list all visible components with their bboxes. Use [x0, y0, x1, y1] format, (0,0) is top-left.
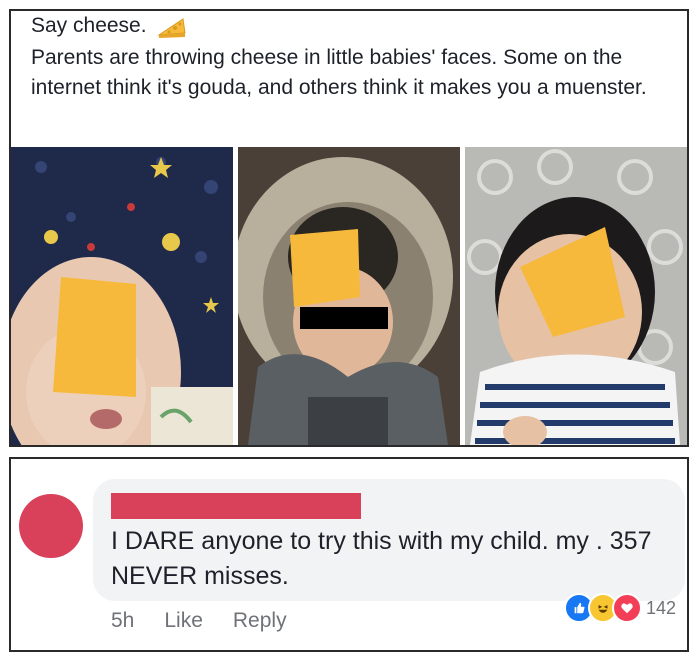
love-icon: [612, 593, 642, 623]
cheese-icon: [156, 13, 187, 39]
baby-photo-1[interactable]: [11, 147, 233, 445]
post-body: Parents are throwing cheese in little ba…: [31, 46, 647, 99]
baby-photo-3[interactable]: [465, 147, 687, 445]
comment-bubble: I DARE anyone to try this with my child.…: [93, 479, 685, 601]
reactions-summary[interactable]: 142: [564, 593, 676, 623]
comment-card: I DARE anyone to try this with my child.…: [9, 457, 689, 652]
redacted-author-name[interactable]: [111, 493, 361, 519]
reaction-count: 142: [646, 597, 677, 618]
post-card: Say cheese. Parents are throwing cheese …: [9, 9, 689, 447]
like-button[interactable]: Like: [164, 609, 203, 633]
post-title-row: Say cheese.: [31, 13, 187, 39]
comment-text: I DARE anyone to try this with my child.…: [111, 527, 652, 590]
post-title: Say cheese.: [31, 14, 147, 37]
avatar[interactable]: [19, 494, 83, 558]
photo-strip: [11, 147, 687, 445]
comment-meta: 5h Like Reply: [111, 609, 317, 633]
comment-timestamp[interactable]: 5h: [111, 609, 134, 633]
reply-button[interactable]: Reply: [233, 609, 287, 633]
baby-photo-2[interactable]: [238, 147, 460, 445]
